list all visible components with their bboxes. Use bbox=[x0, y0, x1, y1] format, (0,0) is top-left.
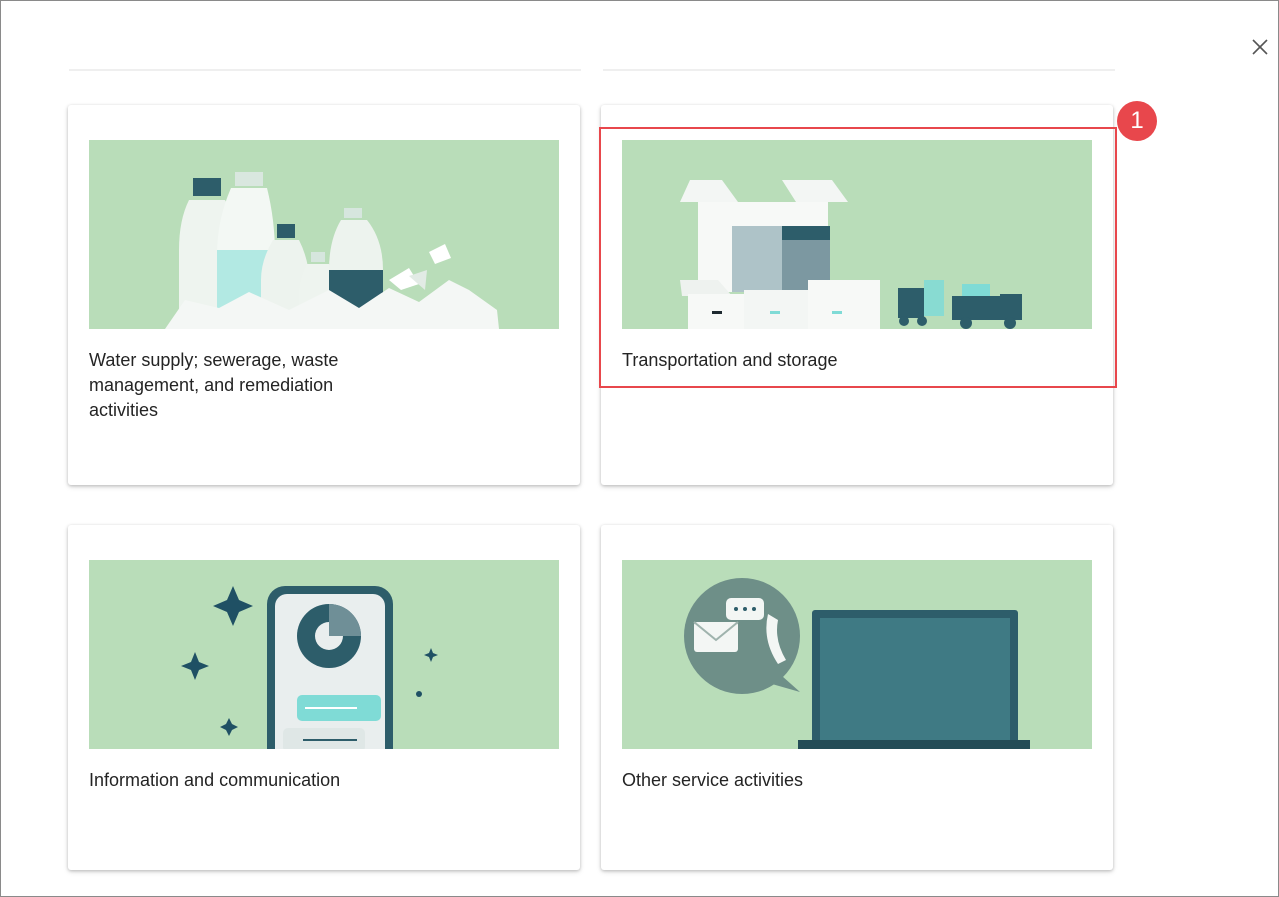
section-divider bbox=[603, 69, 1115, 71]
industry-picker-dialog: Water supply; sewerage, waste management… bbox=[0, 0, 1279, 897]
annotation-badge: 1 bbox=[1117, 101, 1157, 141]
close-icon bbox=[1252, 39, 1268, 55]
plastic-bottles-illustration bbox=[89, 140, 559, 329]
industry-card-water-supply[interactable]: Water supply; sewerage, waste management… bbox=[68, 105, 580, 485]
close-button[interactable] bbox=[1247, 34, 1273, 60]
industry-card-other-services[interactable]: Other service activities bbox=[601, 525, 1113, 870]
laptop-and-messages-illustration bbox=[622, 560, 1092, 749]
industry-card-transportation[interactable]: Transportation and storage bbox=[601, 105, 1113, 485]
card-title: Other service activities bbox=[622, 770, 804, 790]
smartphone-illustration bbox=[89, 560, 559, 749]
industry-card-information[interactable]: Information and communication bbox=[68, 525, 580, 870]
card-title: Transportation and storage bbox=[622, 350, 838, 370]
boxes-and-truck-illustration bbox=[622, 140, 1092, 329]
card-title: Water supply; sewerage, waste management… bbox=[89, 350, 339, 420]
section-divider bbox=[69, 69, 581, 71]
card-title: Information and communication bbox=[89, 770, 341, 790]
